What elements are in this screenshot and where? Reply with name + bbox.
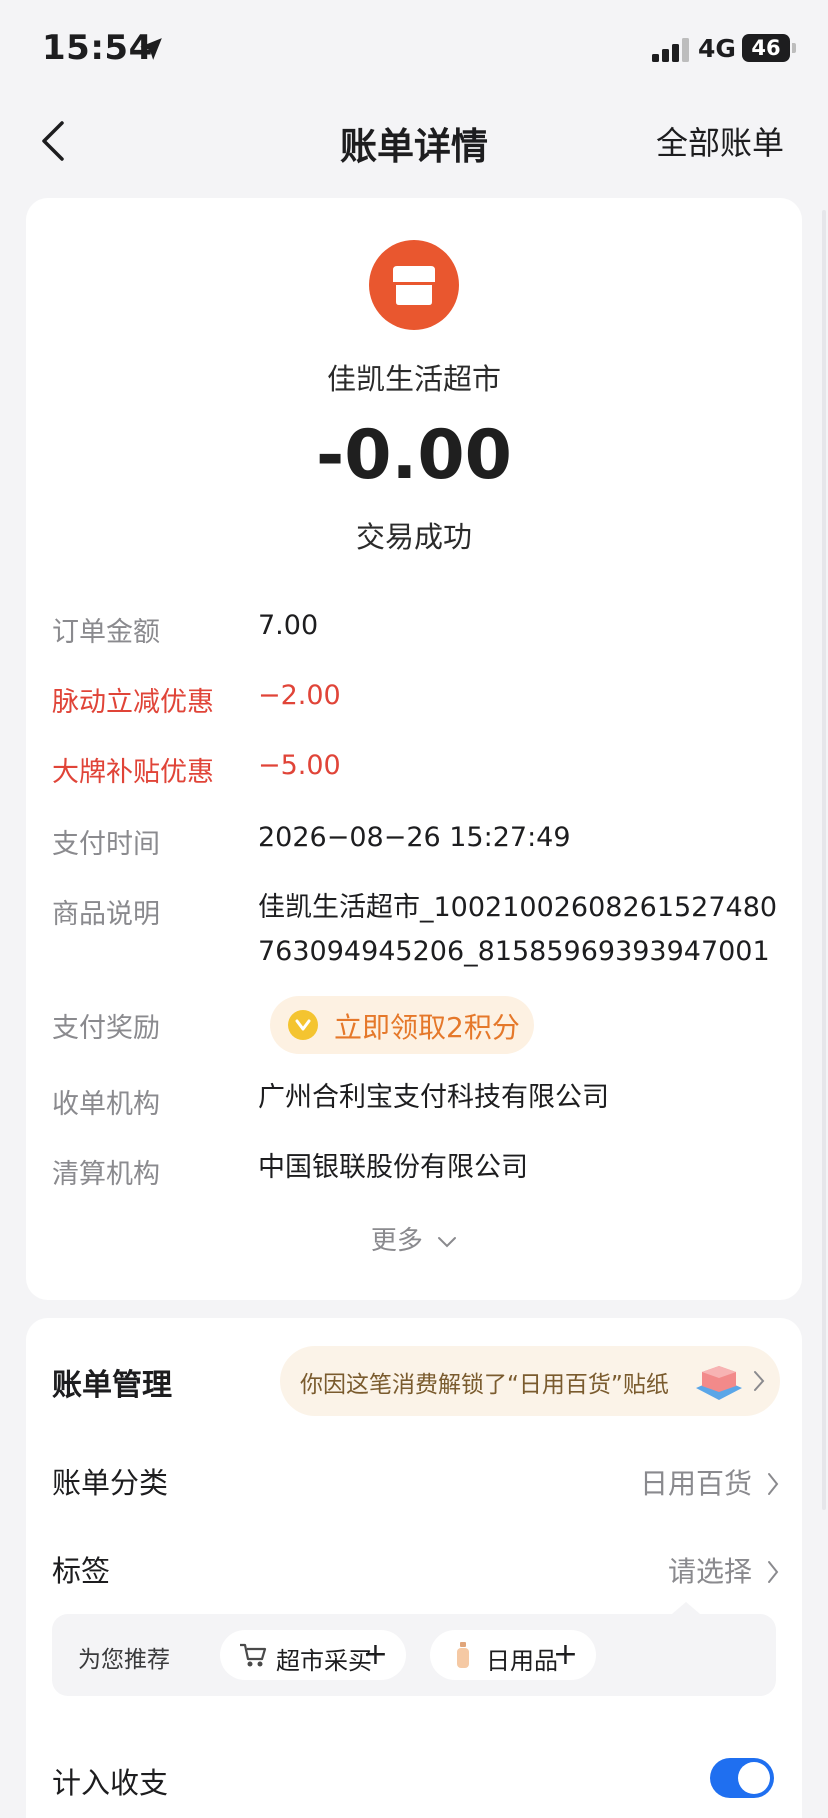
section-title: 账单管理: [52, 1368, 172, 1403]
detail-label: 清算机构: [52, 1159, 160, 1190]
tags-value: 请选择: [667, 1555, 752, 1588]
include-in-stats-row: 计入收支: [52, 1760, 782, 1810]
chevron-right-icon: [754, 1371, 765, 1391]
callout-arrow: [672, 1602, 700, 1614]
detail-label: 支付时间: [52, 829, 160, 860]
recommend-label: 为您推荐: [78, 1647, 170, 1673]
detail-value: 广州合利宝支付科技有限公司: [258, 1082, 609, 1113]
tags-label: 标签: [52, 1554, 111, 1588]
shopping-cart-icon: [240, 1643, 267, 1667]
sticker-banner-text: 你因这笔消费解锁了“日用百货”贴纸: [300, 1372, 669, 1398]
plus-icon: +: [552, 1637, 578, 1672]
battery-cap: [792, 43, 796, 53]
status-time: 15:54: [42, 28, 153, 68]
location-arrow-icon: [140, 38, 162, 60]
coin-icon: [288, 1010, 318, 1040]
tag-chip-supermarket[interactable]: 超市采买 +: [220, 1630, 406, 1680]
detail-label: 脉动立减优惠: [52, 687, 214, 718]
detail-label: 订单金额: [52, 617, 160, 648]
detail-label: 大牌补贴优惠: [52, 757, 214, 788]
bill-detail-card: 佳凯生活超市 -0.00 交易成功 订单金额 7.00 脉动立减优惠 −2.00…: [26, 198, 802, 1300]
detail-value: 7.00: [258, 610, 319, 641]
more-toggle[interactable]: 更多: [26, 1220, 802, 1257]
include-label: 计入收支: [52, 1766, 169, 1800]
detail-value: 2026−08−26 15:27:49: [258, 822, 571, 853]
detail-label: 收单机构: [52, 1089, 160, 1120]
signal-icon: [652, 38, 689, 62]
tag-recommendations: 为您推荐 超市采买 + 日用品 +: [52, 1602, 776, 1696]
chevron-right-icon: [768, 1473, 779, 1495]
category-value: 日用百货: [639, 1467, 752, 1500]
include-in-stats-toggle[interactable]: [710, 1758, 774, 1798]
sticker-banner[interactable]: 你因这笔消费解锁了“日用百货”贴纸: [280, 1346, 780, 1416]
nav-bar: 账单详情 全部账单: [0, 100, 828, 180]
category-label: 账单分类: [52, 1466, 169, 1500]
battery-icon: 46: [742, 34, 790, 62]
toggle-knob: [738, 1762, 770, 1794]
claim-points-label: 立即领取2积分: [334, 1011, 520, 1044]
status-bar: 15:54 4G 46: [0, 0, 828, 96]
detail-value: −5.00: [258, 750, 341, 781]
network-type: 4G: [698, 34, 736, 63]
detail-value-line1: 佳凯生活超市_1002100260826152748​0: [258, 892, 778, 923]
all-bills-link[interactable]: 全部账单: [656, 118, 784, 164]
chevron-down-icon: [438, 1236, 457, 1247]
store-icon: [369, 240, 459, 330]
scrollbar[interactable]: [822, 210, 826, 1510]
detail-value: −2.00: [258, 680, 341, 711]
merchant-name: 佳凯生活超市: [326, 362, 501, 396]
bill-management-card: 账单管理 你因这笔消费解锁了“日用百货”贴纸 账单分类 日用百货 标签 请选择 …: [26, 1318, 802, 1818]
lotion-bottle-icon: [457, 1642, 469, 1668]
category-row[interactable]: 账单分类 日用百货: [52, 1460, 782, 1510]
more-label: 更多: [370, 1226, 423, 1256]
claim-points-button[interactable]: 立即领取2积分: [270, 996, 534, 1054]
detail-label: 支付奖励: [52, 1013, 160, 1044]
plus-icon: +: [362, 1637, 388, 1672]
detail-value: 中国银联股份有限公司: [258, 1152, 528, 1183]
tags-row[interactable]: 标签 请选择: [52, 1548, 782, 1598]
sticker-box-icon: [696, 1366, 742, 1400]
detail-value-line2: 763094945206_815859693939​47001: [258, 936, 770, 967]
chevron-right-icon: [768, 1561, 779, 1583]
tag-chip-daily-goods[interactable]: 日用品 +: [430, 1630, 596, 1680]
transaction-status: 交易成功: [355, 520, 472, 554]
chip-label: 日用品: [486, 1647, 558, 1675]
detail-label: 商品说明: [52, 899, 160, 930]
transaction-amount: -0.00: [316, 416, 512, 495]
chip-label: 超市采买: [276, 1647, 372, 1675]
